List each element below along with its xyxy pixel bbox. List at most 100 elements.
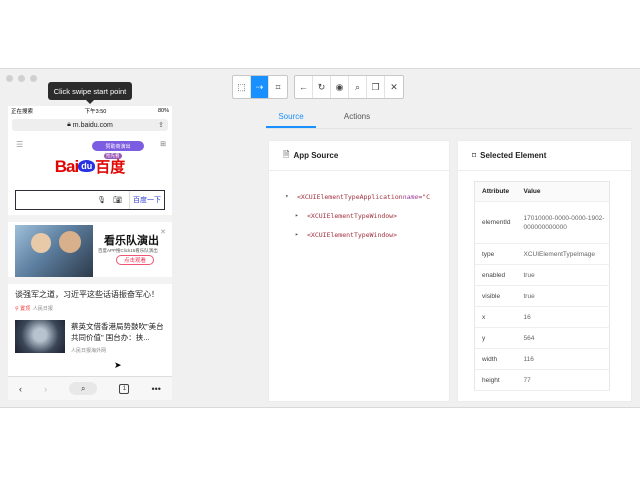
tab-actions[interactable]: Actions (332, 112, 382, 128)
browser-bottom-bar: ‹ › ⌕ 1 ••• (8, 376, 172, 400)
inspector-tabs: Source Actions (266, 112, 382, 128)
table-row[interactable]: elementId 17010000-0000-0000-1902-0000000… (474, 201, 610, 244)
attr-value[interactable]: true (516, 285, 610, 307)
back-arrow-icon[interactable]: ‹ (19, 384, 22, 394)
tree-node-window-1[interactable]: ▸ <XCUIElementTypeWindow> (285, 206, 449, 225)
table-row[interactable]: x 16 (474, 306, 610, 328)
ad-banner[interactable]: 看乐队演出 百度APP搜Click15看乐队演出 点击观看 ✕ (8, 222, 172, 277)
node-tag: <XCUIElementTypeWindow> (307, 211, 398, 220)
ad-title: 看乐队演出 (104, 235, 159, 247)
promo-pill[interactable]: 赞助商演出 (92, 141, 144, 151)
zoom-window-button[interactable] (30, 75, 37, 82)
table-row[interactable]: y 564 (474, 327, 610, 349)
selected-element-header: ⌑ Selected Element (458, 141, 631, 171)
selected-element-panel: ⌑ Selected Element Attribute Value elemen… (457, 140, 632, 402)
attr-key: y (474, 327, 517, 349)
attr-key: elementId (474, 201, 517, 244)
table-row[interactable]: type XCUIElementTypeImage (474, 243, 610, 265)
tag-icon: ⌑ (472, 151, 477, 160)
news-title-1: 谈强军之道，习近平这些话语振奋军心！ (15, 290, 159, 299)
app-source-header: 🗎︎ App Source (269, 141, 449, 171)
battery-text: 80% (157, 108, 169, 114)
search-icon[interactable]: ⌕ (69, 382, 98, 395)
tree-node-application[interactable]: ▾ <XCUIElementTypeApplication name ="C (285, 187, 449, 206)
news-meta-1: ⚲ 置顶 人民日报 (15, 306, 53, 312)
attr-key: width (474, 348, 517, 370)
more-icon[interactable]: ••• (151, 384, 160, 394)
share-icon[interactable]: ⇪ (158, 121, 164, 129)
refresh-icon[interactable]: ↻ (313, 76, 331, 98)
attr-value[interactable]: 16 (516, 306, 610, 328)
table-row[interactable]: height 77 (474, 369, 610, 391)
camera-icon[interactable]: 📷︎ (113, 196, 122, 204)
caret-down-icon[interactable]: ▾ (285, 193, 297, 200)
search-icon[interactable]: ⌕ (349, 76, 367, 98)
news-tag: 置顶 (20, 306, 31, 312)
close-window-button[interactable] (6, 75, 13, 82)
back-icon[interactable]: ← (295, 76, 313, 98)
news-source-1: 人民日报 (32, 306, 53, 312)
attribute-column-header: Attribute (474, 181, 517, 202)
baidu-header: ☰ 赞助商演出 ⊞ (8, 134, 172, 156)
tab-source[interactable]: Source (266, 112, 316, 128)
attr-value[interactable]: 17010000-0000-0000-1902-000000000000 (516, 201, 610, 244)
forward-arrow-icon[interactable]: › (44, 384, 47, 394)
menu-icon[interactable]: ☰ (16, 140, 23, 149)
attr-key: type (474, 243, 517, 265)
eye-icon[interactable]: ◉ (331, 76, 349, 98)
search-box[interactable]: 🎙︎ 📷︎ 百度一下 (15, 190, 165, 210)
table-row[interactable]: enabled true (474, 264, 610, 286)
gesture-mode-group: ⬚ ⇢ ⌗ (232, 75, 288, 99)
attributes-table: Attribute Value elementId 17010000-0000-0… (474, 181, 610, 391)
news-source-2: 人民日报海外网 (71, 348, 107, 354)
table-row[interactable]: width 116 (474, 348, 610, 370)
attr-value[interactable]: 116 (516, 348, 610, 370)
microphone-icon[interactable]: 🎙︎ (97, 196, 106, 204)
attr-key: visible (474, 285, 517, 307)
tap-by-coordinates-icon[interactable]: ⌗ (269, 76, 287, 98)
source-tree: ▾ <XCUIElementTypeApplication name ="C ▸ … (269, 171, 449, 244)
news-item-1[interactable]: 谈强军之道，习近平这些话语振奋军心！ ⚲ 置顶 人民日报 (8, 277, 172, 315)
news-item-2[interactable]: 蔡英文借香港局势鼓吹"美台共同价值" 国台办：挟... 人民日报海外网 (8, 315, 172, 363)
status-bar: 正在搜索 下午3:50 80% (8, 106, 172, 116)
file-icon: 🗎︎ (283, 149, 290, 159)
attr-value[interactable]: true (516, 264, 610, 286)
swipe-tooltip: Click swipe start point (48, 82, 132, 104)
node-tag: <XCUIElementTypeApplication (297, 192, 403, 201)
copy-icon[interactable]: ❐ (367, 76, 385, 98)
url-text: m.baidu.com (72, 121, 113, 129)
tree-node-window-2[interactable]: ▸ <XCUIElementTypeWindow> (285, 225, 449, 244)
ad-cta-button[interactable]: 点击观看 (116, 255, 154, 265)
carrier-text: 正在搜索 (11, 109, 34, 115)
caret-right-icon[interactable]: ▸ (295, 212, 307, 219)
close-ad-icon[interactable]: ✕ (160, 228, 166, 236)
actions-group: ← ↻ ◉ ⌕ ❐ ✕ (294, 75, 404, 99)
search-button[interactable]: 百度一下 (129, 191, 164, 209)
close-icon[interactable]: ✕ (385, 76, 403, 98)
mouse-cursor-icon: ➤ (114, 360, 122, 370)
tab-divider (266, 128, 632, 129)
swipe-by-coordinates-icon[interactable]: ⇢ (251, 76, 269, 98)
attr-value[interactable]: XCUIElementTypeImage (516, 243, 610, 265)
caret-right-icon[interactable]: ▸ (295, 231, 307, 238)
attr-value[interactable]: 564 (516, 327, 610, 349)
logo-cn: 百度 (95, 159, 126, 176)
attr-key: height (474, 369, 517, 391)
baidu-logo: Bai du 百度 抢先看 (8, 153, 172, 182)
url-bar[interactable]: 🔒︎ m.baidu.com ⇪ (12, 119, 168, 131)
ad-image[interactable] (15, 225, 93, 277)
table-row[interactable]: visible true (474, 285, 610, 307)
select-element-icon[interactable]: ⬚ (233, 76, 251, 98)
ad-subtitle: 百度APP搜Click15看乐队演出 (98, 248, 158, 253)
device-screenshot[interactable]: 正在搜索 下午3:50 80% 🔒︎ m.baidu.com ⇪ ☰ 赞助商演出… (8, 106, 172, 400)
attr-key: enabled (474, 264, 517, 286)
toolbar: ⬚ ⇢ ⌗ ← ↻ ◉ ⌕ ❐ ✕ (232, 75, 404, 99)
apps-icon[interactable]: ⊞ (160, 140, 166, 148)
app-source-panel: 🗎︎ App Source ▾ <XCUIElementTypeApplicati… (268, 140, 450, 402)
attr-value[interactable]: 77 (516, 369, 610, 391)
minimize-window-button[interactable] (18, 75, 25, 82)
tabs-count[interactable]: 1 (119, 383, 130, 394)
node-tag: <XCUIElementTypeWindow> (307, 230, 398, 239)
logo-bai: Bai (54, 157, 79, 176)
time-text: 下午3:50 (84, 109, 107, 115)
